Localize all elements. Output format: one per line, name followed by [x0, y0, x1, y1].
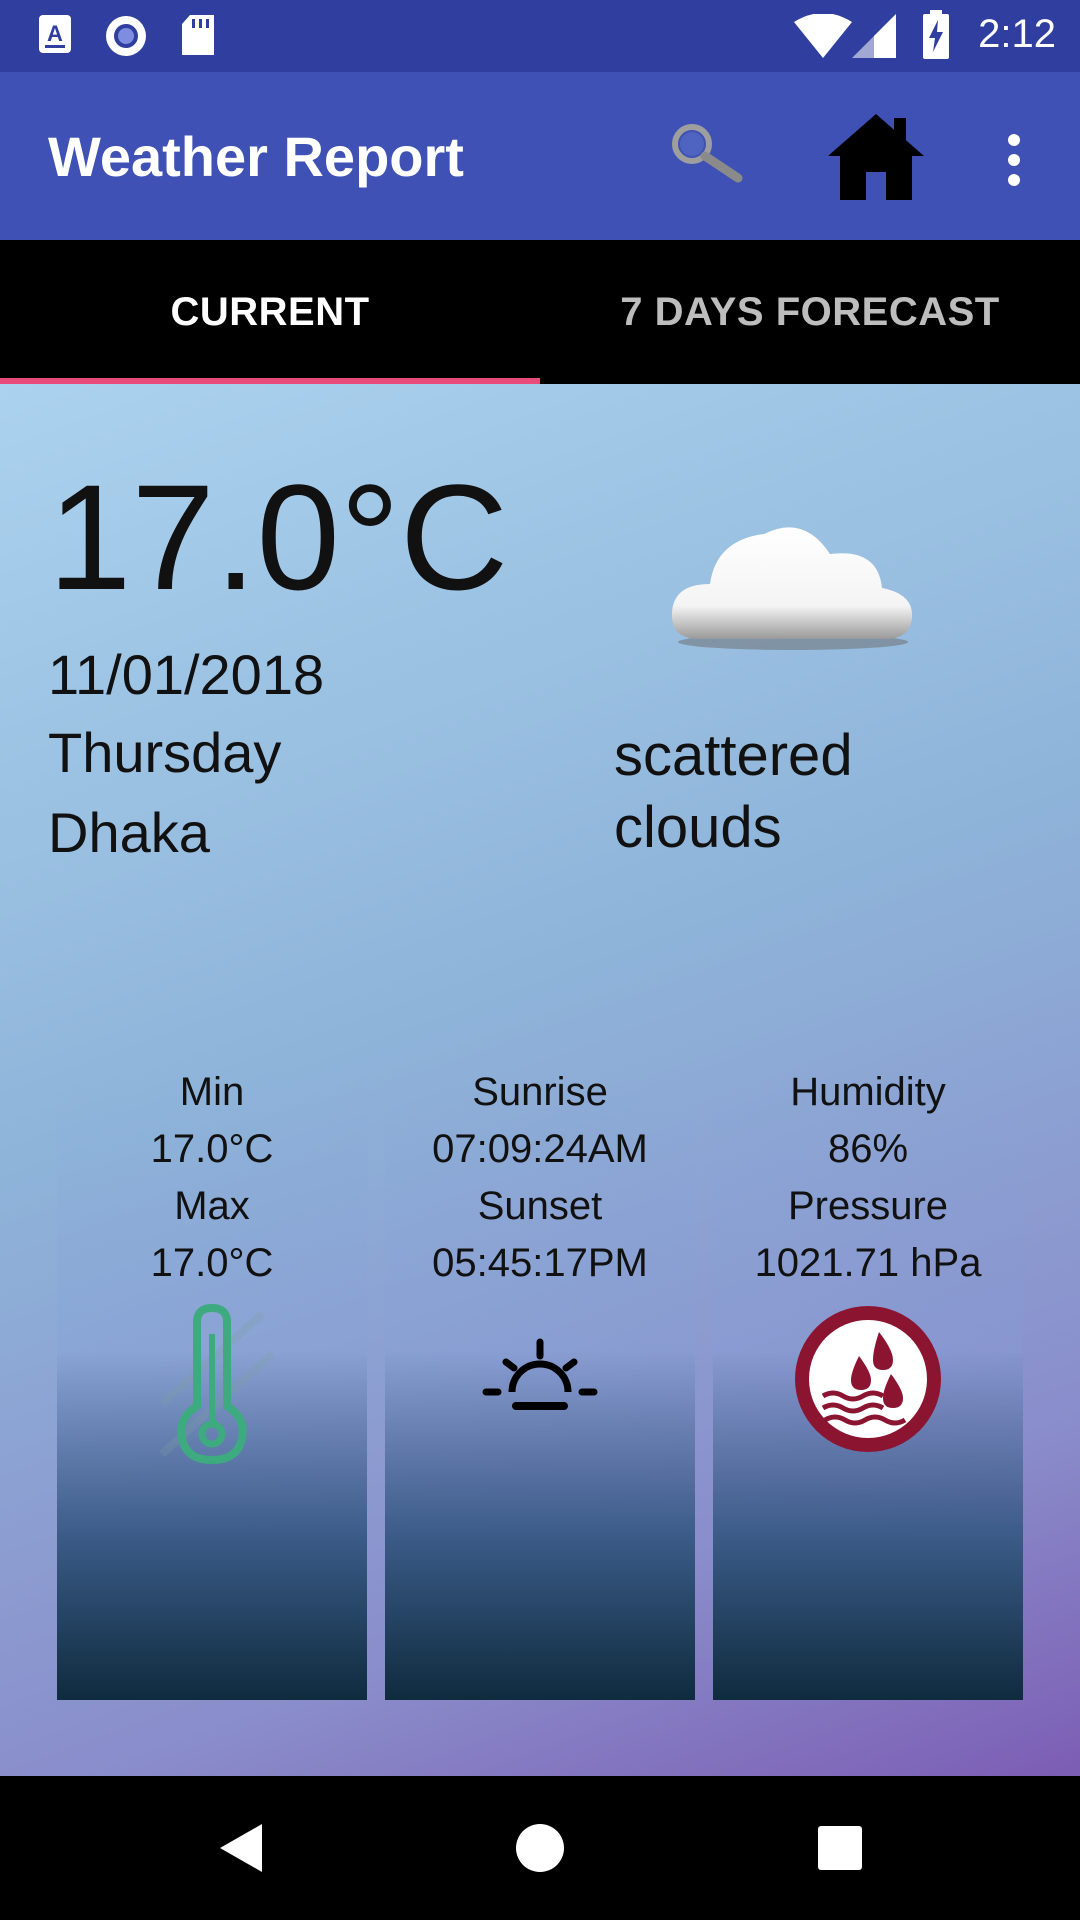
humidity-value: 86%: [827, 1127, 909, 1171]
tab-current-label: CURRENT: [170, 289, 370, 334]
cloud-icon: [668, 504, 918, 659]
svg-text:A: A: [47, 21, 63, 46]
current-date: 11/01/2018: [48, 643, 325, 706]
humidity-icon: [713, 1304, 1023, 1454]
sunset-value: 05:45:17PM: [432, 1241, 648, 1285]
pressure-value: 1021.71 hPa: [754, 1241, 982, 1285]
sunrise-value: 07:09:24AM: [432, 1127, 648, 1171]
current-city: Dhaka: [48, 801, 210, 864]
temp-range-card: Min 17.0°C Max 17.0°C: [57, 1064, 367, 1700]
status-bar: A 2:12: [0, 0, 1080, 72]
more-vert-icon[interactable]: [1004, 132, 1024, 193]
sd-card-icon: [180, 14, 216, 61]
battery-charging-icon: [922, 10, 950, 65]
max-label: Max: [174, 1184, 250, 1228]
pressure-label: Pressure: [787, 1184, 949, 1228]
min-value: 17.0°C: [150, 1127, 274, 1171]
status-time: 2:12: [978, 12, 1056, 56]
thermometer-icon: [57, 1304, 367, 1464]
wifi-icon: [794, 13, 852, 63]
current-weather-panel: 17.0°C 11/01/2018 Thursday Dhaka scatter…: [0, 384, 1080, 1776]
current-temperature: 17.0°C: [48, 453, 509, 621]
home-icon[interactable]: [826, 112, 926, 207]
back-icon[interactable]: [200, 1776, 280, 1920]
cell-signal-icon: [852, 14, 896, 63]
tab-bar: CURRENT 7 DAYS FORECAST: [0, 240, 1080, 384]
sunrise-label: Sunrise: [472, 1070, 608, 1114]
weather-description: scattered clouds: [614, 723, 853, 860]
home-circle-icon[interactable]: [500, 1776, 580, 1920]
tab-forecast-label: 7 DAYS FORECAST: [620, 289, 1000, 334]
a-text-icon: A: [38, 14, 72, 59]
recents-icon[interactable]: [800, 1776, 880, 1920]
min-label: Min: [179, 1070, 245, 1114]
app-title: Weather Report: [48, 125, 464, 188]
sunset-label: Sunset: [477, 1184, 603, 1228]
tab-current[interactable]: CURRENT: [0, 240, 540, 384]
sunrise-icon: [385, 1304, 695, 1444]
tab-7-days-forecast[interactable]: 7 DAYS FORECAST: [540, 240, 1080, 384]
humidity-label: Humidity: [790, 1070, 946, 1114]
humidity-pressure-card: Humidity 86% Pressure 1021.71 hPa: [713, 1064, 1023, 1700]
current-day: Thursday: [48, 721, 282, 784]
navigation-bar: [0, 1776, 1080, 1920]
app-bar: Weather Report: [0, 72, 1080, 240]
search-icon[interactable]: [668, 122, 744, 191]
sun-times-card: Sunrise 07:09:24AM Sunset 05:45:17PM: [385, 1064, 695, 1700]
record-icon: [104, 14, 148, 63]
max-value: 17.0°C: [150, 1241, 274, 1285]
